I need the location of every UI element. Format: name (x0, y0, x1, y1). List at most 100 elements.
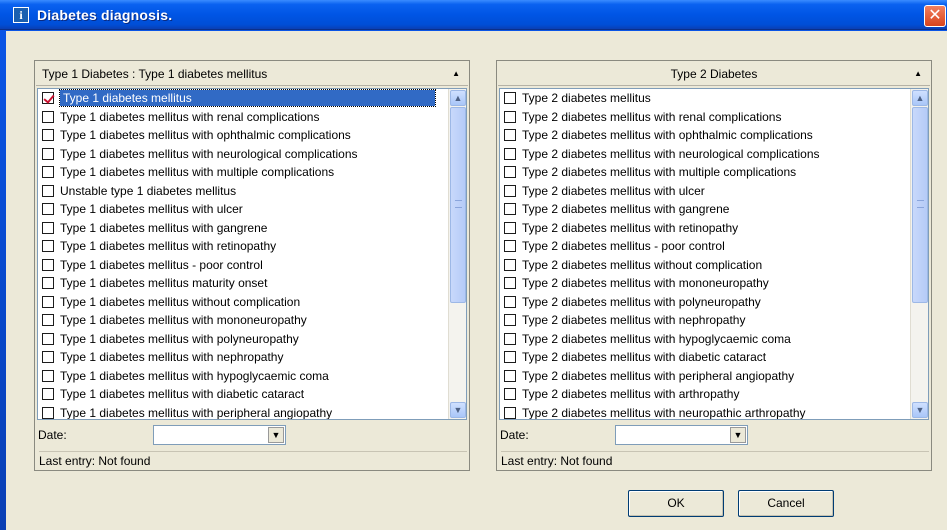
type2-list-item[interactable]: Type 2 diabetes mellitus with nephropath… (502, 311, 908, 330)
type2-list-item[interactable]: Type 2 diabetes mellitus with multiple c… (502, 163, 908, 182)
scrollbar-thumb[interactable] (912, 107, 928, 303)
scroll-down-icon[interactable]: ▼ (912, 402, 928, 418)
checkbox[interactable] (504, 110, 516, 123)
type1-list-item[interactable]: Type 1 diabetes mellitus with ophthalmic… (40, 126, 446, 145)
list-item-label: Type 2 diabetes mellitus with mononeurop… (522, 276, 769, 291)
type1-list-item[interactable]: Type 1 diabetes mellitus with retinopath… (40, 237, 446, 256)
checkbox[interactable] (42, 221, 54, 234)
checkbox[interactable] (42, 92, 54, 105)
type1-list-item[interactable]: Type 1 diabetes mellitus with ulcer (40, 200, 446, 219)
scroll-down-icon[interactable]: ▼ (450, 402, 466, 418)
type2-list-item[interactable]: Type 2 diabetes mellitus with arthropath… (502, 385, 908, 404)
scrollbar-thumb[interactable] (450, 107, 466, 303)
type1-list-item[interactable]: Type 1 diabetes mellitus with hypoglycae… (40, 367, 446, 386)
type1-list-item[interactable]: Type 1 diabetes mellitus with diabetic c… (40, 385, 446, 404)
type2-list-item[interactable]: Type 2 diabetes mellitus with renal comp… (502, 108, 908, 127)
checkbox[interactable] (42, 110, 54, 123)
type1-list-item[interactable]: Type 1 diabetes mellitus with peripheral… (40, 404, 446, 419)
type1-list-item[interactable]: Type 1 diabetes mellitus with mononeurop… (40, 311, 446, 330)
type1-header-label: Type 1 Diabetes : Type 1 diabetes mellit… (42, 67, 268, 81)
checkbox[interactable] (504, 184, 516, 197)
checkbox[interactable] (42, 369, 54, 382)
checkbox[interactable] (504, 369, 516, 382)
type1-list-item[interactable]: Type 1 diabetes mellitus with neurologic… (40, 145, 446, 164)
checkbox[interactable] (42, 129, 54, 142)
title-bar[interactable]: i Diabetes diagnosis. ✕ (0, 0, 947, 30)
type1-list-item[interactable]: Type 1 diabetes mellitus with gangrene (40, 219, 446, 238)
checkbox[interactable] (504, 277, 516, 290)
checkbox[interactable] (42, 406, 54, 419)
checkbox[interactable] (504, 332, 516, 345)
type2-list-item[interactable]: Type 2 diabetes mellitus - poor control (502, 237, 908, 256)
checkbox[interactable] (504, 258, 516, 271)
type1-list-item[interactable]: Type 1 diabetes mellitus (40, 89, 446, 108)
type2-list-item[interactable]: Type 2 diabetes mellitus without complic… (502, 256, 908, 275)
checkbox[interactable] (504, 203, 516, 216)
checkbox[interactable] (42, 184, 54, 197)
checkbox[interactable] (42, 258, 54, 271)
type1-list-item[interactable]: Type 1 diabetes mellitus with multiple c… (40, 163, 446, 182)
type1-list-item[interactable]: Type 1 diabetes mellitus without complic… (40, 293, 446, 312)
checkbox[interactable] (42, 295, 54, 308)
type2-list-item[interactable]: Type 2 diabetes mellitus with polyneurop… (502, 293, 908, 312)
checkbox[interactable] (42, 351, 54, 364)
type1-list-item[interactable]: Type 1 diabetes mellitus with renal comp… (40, 108, 446, 127)
type2-list-header[interactable]: Type 2 Diabetes ▲ (498, 62, 930, 86)
checkbox[interactable] (504, 240, 516, 253)
type2-list-item[interactable]: Type 2 diabetes mellitus with mononeurop… (502, 274, 908, 293)
list-item-label: Type 2 diabetes mellitus with ulcer (522, 183, 705, 198)
list-item-label: Type 1 diabetes mellitus with nephropath… (60, 350, 284, 365)
checkbox[interactable] (504, 388, 516, 401)
list-item-label: Type 2 diabetes mellitus with renal comp… (522, 109, 782, 124)
checkbox[interactable] (42, 166, 54, 179)
close-button[interactable]: ✕ (924, 5, 946, 27)
checkbox[interactable] (42, 332, 54, 345)
checkbox[interactable] (504, 129, 516, 142)
type2-list-item[interactable]: Type 2 diabetes mellitus with neuropathi… (502, 404, 908, 419)
type2-diagnosis-list[interactable]: Type 2 diabetes mellitus Type 2 diabetes … (499, 88, 929, 420)
type2-list-item[interactable]: Type 2 diabetes mellitus (502, 89, 908, 108)
type2-list-item[interactable]: Type 2 diabetes mellitus with diabetic c… (502, 348, 908, 367)
type1-diagnosis-list[interactable]: Type 1 diabetes mellitus Type 1 diabetes … (37, 88, 467, 420)
type1-list-item[interactable]: Type 1 diabetes mellitus maturity onset (40, 274, 446, 293)
type1-list-scrollbar[interactable]: ▲ ▼ (448, 89, 466, 419)
type1-list-item[interactable]: Type 1 diabetes mellitus with nephropath… (40, 348, 446, 367)
checkbox[interactable] (42, 277, 54, 290)
type2-list-item[interactable]: Type 2 diabetes mellitus with gangrene (502, 200, 908, 219)
checkbox[interactable] (42, 240, 54, 253)
type1-list-item[interactable]: Type 1 diabetes mellitus with polyneurop… (40, 330, 446, 349)
chevron-down-icon[interactable]: ▼ (730, 427, 746, 443)
type2-list-item[interactable]: Type 2 diabetes mellitus with ophthalmic… (502, 126, 908, 145)
type2-list-item[interactable]: Type 2 diabetes mellitus with hypoglycae… (502, 330, 908, 349)
checkbox[interactable] (504, 314, 516, 327)
checkbox[interactable] (42, 314, 54, 327)
scroll-up-icon[interactable]: ▲ (450, 90, 466, 106)
type2-list-item[interactable]: Type 2 diabetes mellitus with retinopath… (502, 219, 908, 238)
checkbox[interactable] (504, 92, 516, 105)
type1-list-item[interactable]: Type 1 diabetes mellitus - poor control (40, 256, 446, 275)
checkbox[interactable] (42, 147, 54, 160)
type2-list-item[interactable]: Type 2 diabetes mellitus with peripheral… (502, 367, 908, 386)
checkbox[interactable] (504, 406, 516, 419)
checkbox[interactable] (42, 203, 54, 216)
cancel-button[interactable]: Cancel (738, 490, 834, 517)
checkbox[interactable] (504, 351, 516, 364)
type2-list-scrollbar[interactable]: ▲ ▼ (910, 89, 928, 419)
type1-list-header[interactable]: Type 1 Diabetes : Type 1 diabetes mellit… (36, 62, 468, 86)
type2-date-label: Date: (500, 428, 529, 442)
ok-button[interactable]: OK (628, 490, 724, 517)
type2-list-item[interactable]: Type 2 diabetes mellitus with neurologic… (502, 145, 908, 164)
checkbox[interactable] (42, 388, 54, 401)
checkbox[interactable] (504, 147, 516, 160)
dialog-client-area: Type 1 Diabetes : Type 1 diabetes mellit… (6, 31, 947, 530)
type1-list-item[interactable]: Unstable type 1 diabetes mellitus (40, 182, 446, 201)
checkbox[interactable] (504, 221, 516, 234)
checkbox[interactable] (504, 166, 516, 179)
type2-date-select[interactable]: ▼ (615, 425, 748, 445)
scroll-up-icon[interactable]: ▲ (912, 90, 928, 106)
type2-list-item[interactable]: Type 2 diabetes mellitus with ulcer (502, 182, 908, 201)
list-item-label: Type 2 diabetes mellitus with hypoglycae… (522, 331, 791, 346)
chevron-down-icon[interactable]: ▼ (268, 427, 284, 443)
type1-date-select[interactable]: ▼ (153, 425, 286, 445)
checkbox[interactable] (504, 295, 516, 308)
